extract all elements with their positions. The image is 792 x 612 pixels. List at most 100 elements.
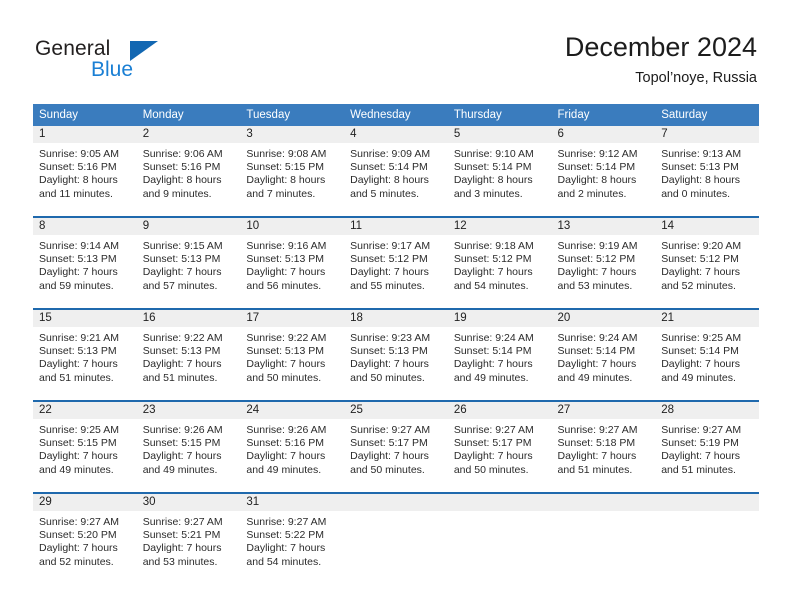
calendar-day-cell[interactable]: 1 Sunrise: 9:05 AM Sunset: 5:16 PM Daylight… <box>33 126 137 216</box>
day-cell-filled: 3 Sunrise: 9:08 AM Sunset: 5:15 PM Daylight… <box>240 126 345 216</box>
day-cell-filled: 24 Sunrise: 9:26 AM Sunset: 5:16 PM Dayligh… <box>240 402 345 492</box>
day-details: Sunrise: 9:25 AM Sunset: 5:14 PM Daylight:… <box>655 327 759 385</box>
sunrise-text: Sunrise: 9:27 AM <box>661 424 742 436</box>
daylight-text: Daylight: 7 hours and 50 minutes. <box>246 358 326 384</box>
calendar-day-cell[interactable]: 19 Sunrise: 9:24 AM Sunset: 5:14 PM Dayligh… <box>447 310 552 400</box>
calendar-day-cell[interactable]: 10 Sunrise: 9:16 AM Sunset: 5:13 PM Dayligh… <box>240 218 345 308</box>
day-number: 20 <box>551 310 656 327</box>
day-number: 4 <box>344 126 448 143</box>
sunset-text: Sunset: 5:12 PM <box>557 253 636 266</box>
sunset-text: Sunset: 5:14 PM <box>453 345 532 358</box>
calendar-day-cell[interactable]: 5 Sunrise: 9:10 AM Sunset: 5:14 PM Daylight… <box>447 126 552 216</box>
daylight-text: Daylight: 7 hours and 54 minutes. <box>453 266 533 292</box>
calendar-week-row: 8 Sunrise: 9:14 AM Sunset: 5:13 PM Daylight… <box>33 218 759 308</box>
day-cell-filled: 2 Sunrise: 9:06 AM Sunset: 5:16 PM Daylight… <box>136 126 241 216</box>
weekday-header-friday: Friday <box>551 104 656 126</box>
weekday-header-saturday: Saturday <box>655 104 759 126</box>
day-details: Sunrise: 9:13 AM Sunset: 5:13 PM Daylight:… <box>655 143 759 201</box>
sunset-text: Sunset: 5:13 PM <box>39 345 117 358</box>
calendar-day-cell[interactable]: 27 Sunrise: 9:27 AM Sunset: 5:18 PM Dayligh… <box>551 402 656 492</box>
day-number: 6 <box>551 126 656 143</box>
daylight-text: Daylight: 7 hours and 54 minutes. <box>246 542 326 568</box>
weekday-header-wednesday: Wednesday <box>344 104 448 126</box>
day-cell-filled: 5 Sunrise: 9:10 AM Sunset: 5:14 PM Daylight… <box>447 126 552 216</box>
sunrise-text: Sunrise: 9:20 AM <box>661 240 742 252</box>
daylight-text: Daylight: 7 hours and 51 minutes. <box>557 450 637 476</box>
day-details: Sunrise: 9:27 AM Sunset: 5:22 PM Daylight:… <box>240 511 344 569</box>
sunset-text: Sunset: 5:14 PM <box>557 345 636 358</box>
day-details: Sunrise: 9:20 AM Sunset: 5:12 PM Daylight:… <box>655 235 759 293</box>
sunset-text: Sunset: 5:16 PM <box>39 161 117 174</box>
calendar-day-cell[interactable] <box>447 494 552 584</box>
sunrise-text: Sunrise: 9:27 AM <box>142 516 223 528</box>
calendar-day-cell[interactable]: 28 Sunrise: 9:27 AM Sunset: 5:19 PM Dayligh… <box>655 402 759 492</box>
calendar-day-cell[interactable]: 8 Sunrise: 9:14 AM Sunset: 5:13 PM Daylight… <box>33 218 137 308</box>
sunrise-text: Sunrise: 9:27 AM <box>557 424 638 436</box>
sunrise-text: Sunrise: 9:14 AM <box>39 240 119 252</box>
daylight-text: Daylight: 7 hours and 49 minutes. <box>142 450 222 476</box>
day-cell-filled: 1 Sunrise: 9:05 AM Sunset: 5:16 PM Daylight… <box>33 126 137 216</box>
day-number: 14 <box>655 218 759 235</box>
sunrise-text: Sunrise: 9:21 AM <box>39 332 119 344</box>
day-number: 3 <box>240 126 345 143</box>
calendar-day-cell[interactable]: 24 Sunrise: 9:26 AM Sunset: 5:16 PM Dayligh… <box>240 402 345 492</box>
day-cell-filled: 19 Sunrise: 9:24 AM Sunset: 5:14 PM Dayligh… <box>447 310 552 400</box>
day-details: Sunrise: 9:12 AM Sunset: 5:14 PM Daylight:… <box>552 143 656 201</box>
day-cell-filled: 13 Sunrise: 9:19 AM Sunset: 5:12 PM Dayligh… <box>551 218 656 308</box>
calendar-day-cell[interactable] <box>655 494 759 584</box>
daylight-text: Daylight: 7 hours and 50 minutes. <box>350 450 429 476</box>
day-details: Sunrise: 9:27 AM Sunset: 5:18 PM Daylight:… <box>552 419 656 477</box>
sunrise-text: Sunrise: 9:22 AM <box>142 332 223 344</box>
calendar-day-cell[interactable]: 14 Sunrise: 9:20 AM Sunset: 5:12 PM Dayligh… <box>655 218 759 308</box>
calendar-day-cell[interactable]: 2 Sunrise: 9:06 AM Sunset: 5:16 PM Daylight… <box>136 126 241 216</box>
title-block: December 2024 Topol’noye, Russia <box>565 30 757 88</box>
calendar-day-cell[interactable]: 13 Sunrise: 9:19 AM Sunset: 5:12 PM Dayligh… <box>551 218 656 308</box>
sunset-text: Sunset: 5:22 PM <box>246 529 325 542</box>
calendar-day-cell[interactable]: 20 Sunrise: 9:24 AM Sunset: 5:14 PM Dayligh… <box>551 310 656 400</box>
calendar-day-cell[interactable]: 30 Sunrise: 9:27 AM Sunset: 5:21 PM Dayligh… <box>136 494 241 584</box>
day-number: 23 <box>136 402 241 419</box>
day-cell-filled: 27 Sunrise: 9:27 AM Sunset: 5:18 PM Dayligh… <box>551 402 656 492</box>
day-details: Sunrise: 9:24 AM Sunset: 5:14 PM Daylight:… <box>552 327 656 385</box>
sunrise-text: Sunrise: 9:22 AM <box>246 332 327 344</box>
calendar-day-cell[interactable]: 26 Sunrise: 9:27 AM Sunset: 5:17 PM Dayligh… <box>447 402 552 492</box>
calendar-day-cell[interactable]: 22 Sunrise: 9:25 AM Sunset: 5:15 PM Dayligh… <box>33 402 137 492</box>
calendar-day-cell[interactable]: 15 Sunrise: 9:21 AM Sunset: 5:13 PM Dayligh… <box>33 310 137 400</box>
calendar-day-cell[interactable]: 29 Sunrise: 9:27 AM Sunset: 5:20 PM Dayligh… <box>33 494 137 584</box>
day-number: 15 <box>33 310 137 327</box>
calendar-day-cell[interactable]: 17 Sunrise: 9:22 AM Sunset: 5:13 PM Dayligh… <box>240 310 345 400</box>
calendar-day-cell[interactable]: 4 Sunrise: 9:09 AM Sunset: 5:14 PM Daylight… <box>344 126 448 216</box>
day-number: 19 <box>447 310 552 327</box>
day-cell-filled: 20 Sunrise: 9:24 AM Sunset: 5:14 PM Dayligh… <box>551 310 656 400</box>
calendar-day-cell[interactable] <box>551 494 656 584</box>
daylight-text: Daylight: 7 hours and 49 minutes. <box>39 450 118 476</box>
calendar-day-cell[interactable]: 3 Sunrise: 9:08 AM Sunset: 5:15 PM Daylight… <box>240 126 345 216</box>
calendar-day-cell[interactable]: 31 Sunrise: 9:27 AM Sunset: 5:22 PM Dayligh… <box>240 494 345 584</box>
calendar-day-cell[interactable]: 7 Sunrise: 9:13 AM Sunset: 5:13 PM Daylight… <box>655 126 759 216</box>
calendar-day-cell[interactable]: 11 Sunrise: 9:17 AM Sunset: 5:12 PM Dayligh… <box>344 218 448 308</box>
calendar-day-cell[interactable]: 23 Sunrise: 9:26 AM Sunset: 5:15 PM Dayligh… <box>136 402 241 492</box>
day-details: Sunrise: 9:27 AM Sunset: 5:17 PM Daylight:… <box>448 419 552 477</box>
day-number: 26 <box>447 402 552 419</box>
sunrise-text: Sunrise: 9:18 AM <box>453 240 534 252</box>
calendar-day-cell[interactable]: 9 Sunrise: 9:15 AM Sunset: 5:13 PM Daylight… <box>136 218 241 308</box>
daylight-text: Daylight: 8 hours and 9 minutes. <box>142 174 222 200</box>
day-cell-filled: 21 Sunrise: 9:25 AM Sunset: 5:14 PM Dayligh… <box>655 310 759 400</box>
calendar-day-cell[interactable]: 25 Sunrise: 9:27 AM Sunset: 5:17 PM Dayligh… <box>344 402 448 492</box>
day-number <box>655 494 759 511</box>
day-number <box>447 494 552 511</box>
calendar-week-row: 1 Sunrise: 9:05 AM Sunset: 5:16 PM Daylight… <box>33 126 759 216</box>
calendar-day-cell[interactable]: 12 Sunrise: 9:18 AM Sunset: 5:12 PM Dayligh… <box>447 218 552 308</box>
day-cell-filled: 26 Sunrise: 9:27 AM Sunset: 5:17 PM Dayligh… <box>447 402 552 492</box>
calendar-body: 1 Sunrise: 9:05 AM Sunset: 5:16 PM Daylight… <box>33 126 759 584</box>
calendar-day-cell[interactable] <box>344 494 448 584</box>
calendar-day-cell[interactable]: 21 Sunrise: 9:25 AM Sunset: 5:14 PM Dayligh… <box>655 310 759 400</box>
sunrise-text: Sunrise: 9:10 AM <box>453 148 534 160</box>
day-cell-empty <box>655 494 759 584</box>
weekday-header-sunday: Sunday <box>33 104 137 126</box>
calendar-page: General Blue December 2024 Topol’noye, R… <box>0 0 792 612</box>
calendar-day-cell[interactable]: 18 Sunrise: 9:23 AM Sunset: 5:13 PM Dayligh… <box>344 310 448 400</box>
calendar-day-cell[interactable]: 6 Sunrise: 9:12 AM Sunset: 5:14 PM Daylight… <box>551 126 656 216</box>
daylight-text: Daylight: 7 hours and 55 minutes. <box>350 266 429 292</box>
calendar-day-cell[interactable]: 16 Sunrise: 9:22 AM Sunset: 5:13 PM Dayligh… <box>136 310 241 400</box>
